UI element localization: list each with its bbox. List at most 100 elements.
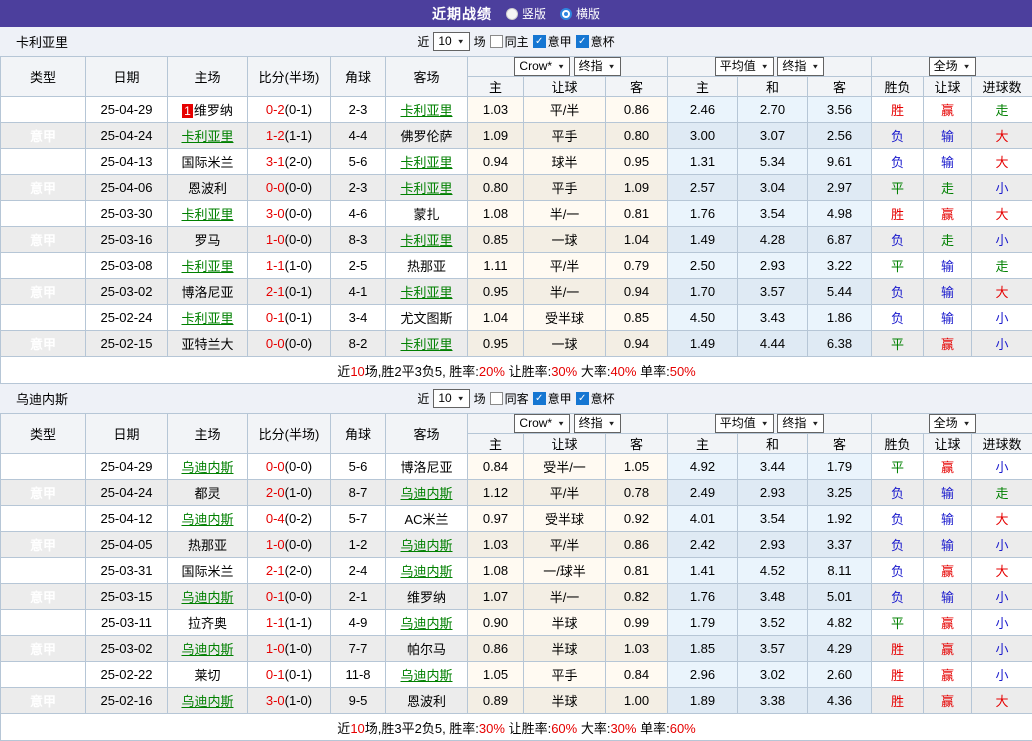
result-cell: 胜 [872, 688, 924, 714]
layout-option-horizontal[interactable]: 横版 [560, 5, 600, 22]
team-link[interactable]: 卡利亚里 [181, 259, 233, 274]
col-handicap-result: 让球 [924, 434, 972, 454]
col-odds-handicap: 让球 [524, 77, 606, 97]
page-title: 近期战绩 [432, 4, 492, 24]
average-group-header: 平均值▼ 终指▼ [668, 414, 872, 434]
filter-controls: 近 10▼ 场 同主 ✓意甲 ✓意杯 [417, 32, 614, 51]
avg-away-cell: 4.82 [808, 610, 872, 636]
italy-cup-checkbox[interactable]: ✓意杯 [576, 390, 615, 407]
score-cell: 1-1(1-0) [248, 253, 331, 279]
final-odds-select-2[interactable]: 终指▼ [777, 57, 824, 76]
home-team-cell: 莱切 [168, 662, 248, 688]
team-link[interactable]: 卡利亚里 [400, 103, 452, 118]
avg-draw-cell: 3.54 [738, 201, 808, 227]
avg-draw-cell: 3.48 [738, 584, 808, 610]
team-link[interactable]: 卡利亚里 [181, 207, 233, 222]
radio-selected-icon[interactable] [560, 8, 572, 20]
team-link[interactable]: 卡利亚里 [400, 155, 452, 170]
checkbox-label: 意杯 [591, 33, 615, 50]
team-link[interactable]: 乌迪内斯 [181, 694, 233, 709]
radio-unselected-icon[interactable] [506, 8, 518, 20]
team-link[interactable]: 乌迪内斯 [400, 564, 452, 579]
team-text: 佛罗伦萨 [400, 129, 452, 144]
team-link[interactable]: 卡利亚里 [181, 129, 233, 144]
odds-home-cell: 1.11 [468, 253, 524, 279]
odds-source-select[interactable]: Crow*▼ [514, 57, 570, 76]
team-link[interactable]: 乌迪内斯 [400, 616, 452, 631]
team-link[interactable]: 乌迪内斯 [181, 512, 233, 527]
result-cell: 胜 [872, 636, 924, 662]
dropdown-arrow-icon: ▼ [608, 61, 616, 73]
handicap-result-cell: 输 [924, 123, 972, 149]
goals-cell: 小 [972, 636, 1032, 662]
avg-home-cell: 1.41 [668, 558, 738, 584]
games-count-select[interactable]: 10▼ [433, 32, 469, 51]
team-link[interactable]: 卡利亚里 [400, 337, 452, 352]
team-link[interactable]: 乌迪内斯 [400, 486, 452, 501]
handicap-result-cell: 走 [924, 227, 972, 253]
odds-source-select[interactable]: Crow*▼ [514, 414, 570, 433]
score-cell: 2-1(2-0) [248, 558, 331, 584]
goals-cell: 大 [972, 149, 1032, 175]
corner-cell: 9-5 [331, 688, 386, 714]
date-cell: 25-04-05 [86, 532, 168, 558]
team-link[interactable]: 乌迪内斯 [181, 590, 233, 605]
match-row: 意甲 25-03-11 拉齐奥 1-1(1-1) 4-9 乌迪内斯 0.90 半… [1, 610, 1032, 636]
team-link[interactable]: 乌迪内斯 [181, 642, 233, 657]
match-row: 意甲 25-03-02 博洛尼亚 2-1(0-1) 4-1 卡利亚里 0.95 … [1, 279, 1032, 305]
checkbox-unchecked-icon[interactable] [490, 392, 503, 405]
date-cell: 25-03-02 [86, 636, 168, 662]
goals-cell: 小 [972, 454, 1032, 480]
team-link[interactable]: 乌迪内斯 [181, 460, 233, 475]
home-team-cell: 热那亚 [168, 532, 248, 558]
goals-cell: 走 [972, 253, 1032, 279]
team-link[interactable]: 乌迪内斯 [400, 538, 452, 553]
same-venue-checkbox[interactable]: 同主 [490, 33, 529, 50]
serie-a-checkbox[interactable]: ✓意甲 [533, 33, 572, 50]
serie-a-checkbox[interactable]: ✓意甲 [533, 390, 572, 407]
team-link[interactable]: 卡利亚里 [400, 233, 452, 248]
checkbox-checked-icon[interactable]: ✓ [576, 35, 589, 48]
home-team-cell: 拉齐奥 [168, 610, 248, 636]
result-cell: 平 [872, 331, 924, 357]
odds-away-cell: 0.86 [606, 532, 668, 558]
checkbox-unchecked-icon[interactable] [490, 35, 503, 48]
match-row: 意甲 25-02-15 亚特兰大 0-0(0-0) 8-2 卡利亚里 0.95 … [1, 331, 1032, 357]
team-text: 恩波利 [188, 181, 227, 196]
fullmatch-select[interactable]: 全场▼ [929, 414, 976, 433]
team-text: 维罗纳 [194, 103, 233, 118]
checkbox-checked-icon[interactable]: ✓ [576, 392, 589, 405]
games-count-select[interactable]: 10▼ [433, 389, 469, 408]
score-cell: 0-1(0-0) [248, 584, 331, 610]
corner-cell: 3-4 [331, 305, 386, 331]
date-cell: 25-03-11 [86, 610, 168, 636]
avg-away-cell: 2.60 [808, 662, 872, 688]
corner-cell: 4-9 [331, 610, 386, 636]
date-cell: 25-03-30 [86, 201, 168, 227]
odds-home-cell: 0.94 [468, 149, 524, 175]
final-odds-select-2[interactable]: 终指▼ [777, 414, 824, 433]
team-link[interactable]: 卡利亚里 [400, 285, 452, 300]
odds-home-cell: 0.90 [468, 610, 524, 636]
team-link[interactable]: 卡利亚里 [181, 311, 233, 326]
result-cell: 负 [872, 558, 924, 584]
layout-option-vertical[interactable]: 竖版 [506, 5, 546, 22]
avg-home-cell: 1.49 [668, 331, 738, 357]
fullmatch-select[interactable]: 全场▼ [929, 57, 976, 76]
home-team-cell: 国际米兰 [168, 149, 248, 175]
odds-handicap-cell: 平/半 [524, 480, 606, 506]
team-link[interactable]: 乌迪内斯 [400, 668, 452, 683]
odds-home-cell: 0.84 [468, 454, 524, 480]
league-cell: 意甲 [1, 201, 86, 227]
away-team-cell: 卡利亚里 [386, 227, 468, 253]
italy-cup-checkbox[interactable]: ✓意杯 [576, 33, 615, 50]
average-select[interactable]: 平均值▼ [715, 414, 774, 433]
checkbox-checked-icon[interactable]: ✓ [533, 35, 546, 48]
checkbox-checked-icon[interactable]: ✓ [533, 392, 546, 405]
team-link[interactable]: 卡利亚里 [400, 181, 452, 196]
handicap-result-cell: 赢 [924, 97, 972, 123]
average-select[interactable]: 平均值▼ [715, 57, 774, 76]
final-odds-select[interactable]: 终指▼ [574, 414, 621, 433]
same-venue-checkbox[interactable]: 同客 [490, 390, 529, 407]
final-odds-select[interactable]: 终指▼ [574, 57, 621, 76]
